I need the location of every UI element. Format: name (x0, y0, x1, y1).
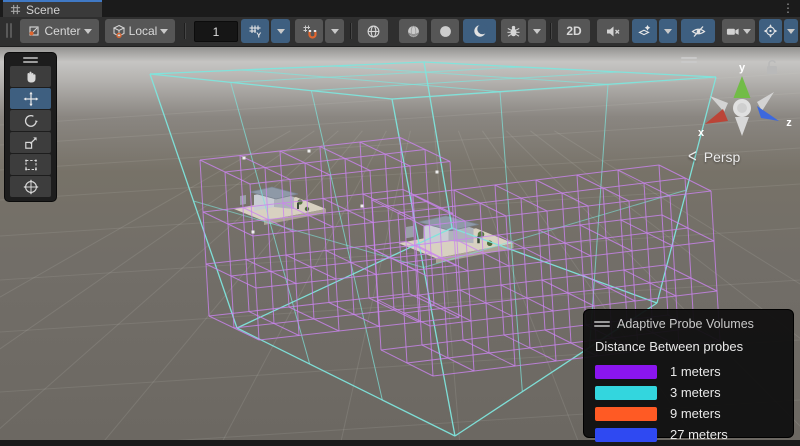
chevron-down-icon (277, 29, 285, 34)
pivot-icon (27, 24, 41, 38)
toolbar-separator (550, 23, 551, 39)
orientation-dropdown[interactable]: Local (105, 19, 175, 43)
pivot-mode-dropdown[interactable]: Center (20, 19, 99, 43)
tools-drag-handle[interactable] (23, 57, 38, 63)
debug-bug-button[interactable] (501, 19, 526, 43)
legend-subtitle: Distance Between probes (595, 339, 783, 354)
toolbar-separator (184, 23, 185, 39)
dark-mode-button[interactable] (463, 19, 496, 43)
audio-toggle-button[interactable] (597, 19, 629, 43)
legend-label: 1 meters (670, 364, 721, 379)
unity-scene-view: Scene ⋮ Center Local (0, 0, 800, 446)
camera-settings-dropdown[interactable] (722, 19, 755, 43)
tab-title: Scene (26, 3, 60, 17)
moon-icon (472, 23, 488, 39)
legend-row: 27 meters (595, 424, 783, 445)
grid-tab-icon (10, 4, 21, 15)
legend-drag-handle[interactable] (594, 319, 610, 329)
bug-icon (506, 24, 521, 39)
chevron-down-icon (787, 29, 795, 34)
scene-gizmo-button[interactable] (759, 19, 782, 43)
legend-row: 1 meters (595, 361, 783, 382)
transform-icon (23, 179, 39, 195)
legend-title: Adaptive Probe Volumes (617, 317, 754, 331)
chevron-down-icon (743, 29, 751, 34)
hand-tool-button[interactable] (10, 66, 51, 87)
chevron-down-icon (160, 29, 168, 34)
legend-row: 9 meters (595, 403, 783, 424)
tools-overlay (4, 52, 57, 202)
legend-label: 9 meters (670, 406, 721, 421)
chevron-down-icon (664, 29, 672, 34)
snap-settings-button[interactable] (295, 19, 323, 43)
persp-arrow-icon: < (688, 146, 697, 167)
toolbar-separator (350, 23, 351, 39)
more-options-icon[interactable]: ⋮ (782, 1, 794, 16)
shaded-sphere-icon (406, 24, 421, 39)
gizmo-crosshair-icon (763, 23, 778, 39)
orientation-label: Local (129, 24, 158, 38)
debug-bug-dropdown[interactable] (528, 19, 546, 43)
projection-label: Persp (704, 149, 741, 165)
move-icon (23, 91, 39, 107)
wire-globe-icon (366, 24, 381, 39)
chevron-down-icon (533, 29, 541, 34)
grid-size-input[interactable] (194, 21, 238, 42)
snap-settings-dropdown[interactable] (325, 19, 344, 43)
rotate-icon (23, 113, 39, 129)
hand-icon (23, 69, 39, 85)
cube-icon (112, 24, 126, 38)
grid-snap-icon: Y (248, 24, 263, 39)
transform-tool-button[interactable] (10, 176, 51, 197)
tab-bar: Scene ⋮ (0, 0, 800, 17)
toolbar-drag-handle[interactable] (6, 23, 12, 38)
legend-rows: 1 meters 3 meters 9 meters 27 meters (594, 361, 783, 445)
probe-volumes-legend: Adaptive Probe Volumes Distance Between … (583, 309, 794, 438)
hidden-objects-button[interactable] (681, 19, 715, 43)
pivot-mode-label: Center (44, 24, 80, 38)
grid-snap-dropdown[interactable] (271, 19, 290, 43)
svg-text:Y: Y (256, 30, 261, 39)
gizmo-drag-handle[interactable] (681, 55, 697, 65)
chevron-down-icon (84, 29, 92, 34)
rect-icon (23, 157, 39, 173)
effects-button[interactable] (632, 19, 657, 43)
move-tool-button[interactable] (10, 88, 51, 109)
rect-tool-button[interactable] (10, 154, 51, 175)
grid-snap-button[interactable]: Y (241, 19, 269, 43)
effects-icon (637, 24, 652, 39)
legend-swatch (595, 386, 657, 400)
shaded-sphere-button[interactable] (399, 19, 427, 43)
filled-circle-icon (438, 24, 453, 39)
legend-swatch (595, 365, 657, 379)
audio-muted-icon (605, 24, 621, 39)
camera-icon (726, 25, 740, 38)
scale-icon (23, 135, 39, 151)
legend-label: 3 meters (670, 385, 721, 400)
legend-row: 3 meters (595, 382, 783, 403)
scene-toolbar: Center Local Y (0, 17, 800, 47)
render-mode-button[interactable] (358, 19, 388, 43)
2d-toggle-button[interactable]: 2D (558, 19, 590, 43)
scene-gizmo-dropdown[interactable] (784, 19, 798, 43)
eye-slash-icon (690, 24, 707, 39)
light-circle-button[interactable] (431, 19, 459, 43)
rotate-tool-button[interactable] (10, 110, 51, 131)
tab-scene[interactable]: Scene (3, 0, 102, 17)
effects-dropdown[interactable] (659, 19, 677, 43)
snap-magnet-icon (302, 24, 317, 39)
legend-label: 27 meters (670, 427, 728, 442)
chevron-down-icon (331, 29, 339, 34)
scale-tool-button[interactable] (10, 132, 51, 153)
legend-swatch (595, 407, 657, 421)
projection-toggle[interactable]: < Persp (688, 148, 740, 165)
legend-swatch (595, 428, 657, 442)
